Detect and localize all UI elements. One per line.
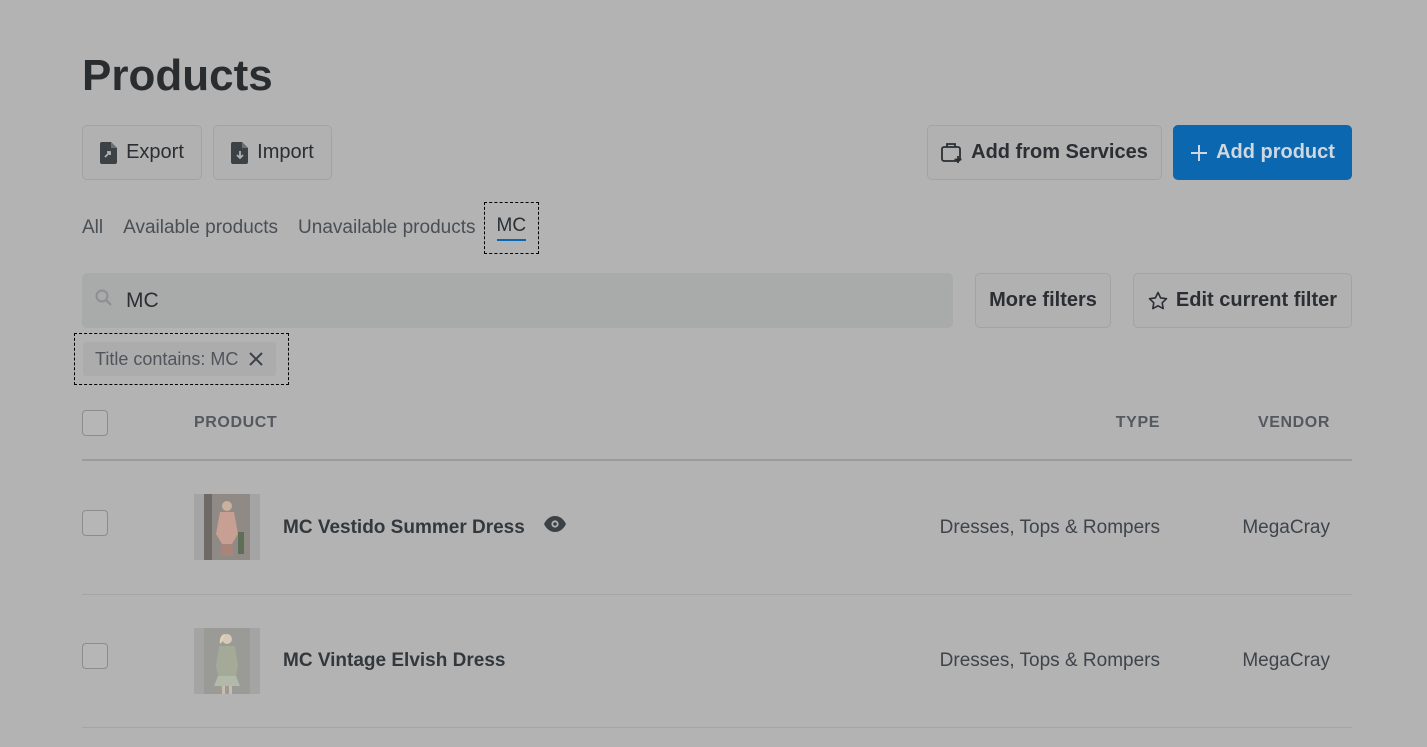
filter-chip-label: Title contains: MC bbox=[95, 348, 239, 369]
import-label: Import bbox=[257, 141, 314, 163]
active-filter-chips: Title contains: MC bbox=[74, 333, 289, 385]
edit-current-filter-button[interactable]: Edit current filter bbox=[1133, 273, 1352, 328]
column-header-vendor[interactable]: VENDOR bbox=[1258, 414, 1330, 432]
add-from-services-label: Add from Services bbox=[971, 141, 1148, 163]
search-input[interactable] bbox=[124, 287, 908, 314]
plus-icon bbox=[1190, 144, 1208, 162]
filter-chip: Title contains: MC bbox=[83, 342, 277, 376]
select-all-checkbox[interactable] bbox=[82, 410, 108, 436]
product-vendor: MegaCray bbox=[1242, 517, 1330, 538]
product-name-link[interactable]: MC Vintage Elvish Dress bbox=[283, 650, 505, 672]
tab-label: All bbox=[82, 217, 104, 238]
star-icon bbox=[1148, 291, 1168, 311]
page-title: Products bbox=[82, 51, 273, 100]
product-name-link[interactable]: MC Vestido Summer Dress bbox=[283, 517, 525, 539]
tab-mc[interactable]: MC bbox=[483, 202, 540, 254]
export-button[interactable]: Export bbox=[82, 125, 202, 180]
import-button[interactable]: Import bbox=[213, 125, 332, 180]
filter-tabs: All Available products Unavailable produ… bbox=[82, 202, 559, 254]
product-vendor: MegaCray bbox=[1242, 650, 1330, 671]
row-checkbox[interactable] bbox=[82, 510, 108, 536]
edit-current-filter-label: Edit current filter bbox=[1175, 289, 1338, 311]
file-import-icon bbox=[231, 141, 249, 164]
product-thumbnail[interactable] bbox=[194, 628, 260, 694]
tab-unavailable-products[interactable]: Unavailable products bbox=[298, 202, 475, 254]
add-product-label: Add product bbox=[1216, 141, 1335, 163]
add-from-services-button[interactable]: Add from Services bbox=[927, 125, 1162, 180]
search-icon bbox=[94, 288, 114, 313]
header-divider bbox=[82, 459, 1352, 461]
more-filters-label: More filters bbox=[989, 289, 1097, 311]
search-bar bbox=[82, 273, 953, 328]
column-header-type[interactable]: TYPE bbox=[1116, 414, 1160, 432]
products-page: Products Export Import Add from Services… bbox=[74, 0, 1352, 747]
row-checkbox[interactable] bbox=[82, 643, 108, 669]
more-filters-button[interactable]: More filters bbox=[975, 273, 1111, 328]
tab-all[interactable]: All bbox=[82, 202, 103, 254]
product-type: Dresses, Tops & Rompers bbox=[939, 650, 1160, 671]
briefcase-plus-icon bbox=[941, 142, 963, 164]
tab-label: Available products bbox=[123, 217, 279, 238]
file-export-icon bbox=[100, 141, 118, 164]
product-thumbnail[interactable] bbox=[194, 494, 260, 560]
close-icon[interactable] bbox=[248, 351, 264, 367]
tab-available-products[interactable]: Available products bbox=[123, 202, 278, 254]
tab-label: Unavailable products bbox=[298, 217, 476, 238]
export-label: Export bbox=[126, 141, 184, 163]
column-header-product[interactable]: PRODUCT bbox=[194, 414, 277, 432]
eye-icon[interactable] bbox=[543, 514, 567, 539]
row-divider bbox=[82, 594, 1352, 595]
tab-label: MC bbox=[496, 215, 527, 241]
row-divider bbox=[82, 727, 1352, 728]
add-product-button[interactable]: Add product bbox=[1173, 125, 1352, 180]
product-type: Dresses, Tops & Rompers bbox=[939, 517, 1160, 538]
